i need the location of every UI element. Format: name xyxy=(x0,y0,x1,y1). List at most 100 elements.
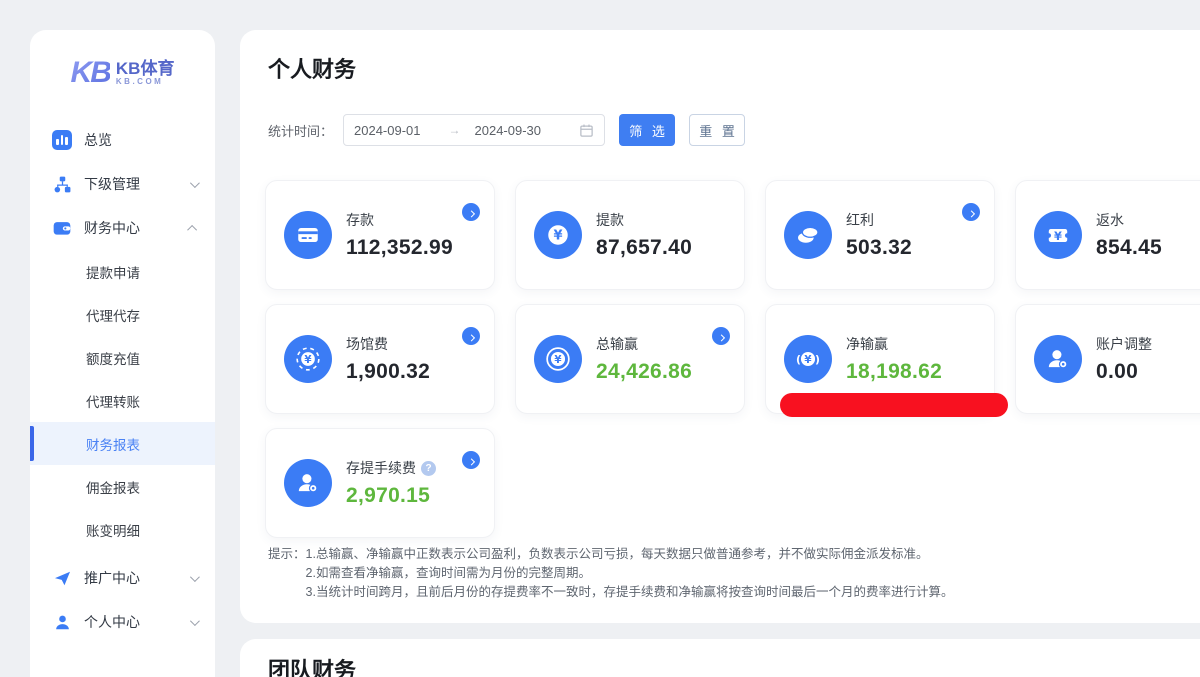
chevron-down-icon xyxy=(190,572,200,582)
help-icon[interactable]: ? xyxy=(421,461,436,476)
end-date-value[interactable]: 2024-09-30 xyxy=(475,123,542,138)
sidebar-menu: 总览 下级管理 财务中心 提款申请 代理代存 额度充值 xyxy=(30,118,215,644)
card-detail-arrow-icon[interactable] xyxy=(462,203,480,221)
sidebar-item-financial-report[interactable]: 财务报表 xyxy=(30,422,215,465)
card-value: 0.00 xyxy=(1096,360,1152,384)
card-value: 503.32 xyxy=(846,236,912,260)
personal-finance-panel: 个人财务 统计时间： 2024-09-01 → 2024-09-30 筛 选 重… xyxy=(240,30,1200,623)
chevron-down-icon xyxy=(190,616,200,626)
sidebar-item-label: 总览 xyxy=(84,130,112,150)
sidebar-item-label: 财务中心 xyxy=(84,218,140,238)
bar-chart-icon xyxy=(52,130,72,150)
filter-row: 统计时间： 2024-09-01 → 2024-09-30 筛 选 重 置 xyxy=(268,114,1200,146)
stat-time-label: 统计时间： xyxy=(268,121,333,140)
card-label: 总输赢 xyxy=(596,334,638,354)
sidebar: KB KB体育 KB.COM 总览 下级管理 财务中心 xyxy=(30,30,215,677)
ticket-icon: ¥ xyxy=(1034,211,1082,259)
tip-line: 3.当统计时间跨月，且前后月份的存提费率不一致时，存提手续费和净输赢将按查询时间… xyxy=(306,583,954,602)
yen-brackets-icon: ¥() xyxy=(784,335,832,383)
svg-text:¥: ¥ xyxy=(553,229,562,244)
card-rebate: ¥ 返水 854.45 xyxy=(1015,180,1200,290)
chevron-up-icon xyxy=(187,224,197,234)
sidebar-item-subordinate-management[interactable]: 下级管理 xyxy=(30,162,215,206)
start-date-value[interactable]: 2024-09-01 xyxy=(354,123,421,138)
brand-logo[interactable]: KB KB体育 KB.COM xyxy=(30,30,215,108)
calendar-icon[interactable] xyxy=(579,123,594,138)
card-account-adjustment: 账户调整 0.00 xyxy=(1015,304,1200,414)
card-venue-fee: ¥ 场馆费 1,900.32 xyxy=(265,304,495,414)
sidebar-item-label: 个人中心 xyxy=(84,612,140,632)
stat-cards-grid: 存款 112,352.99 ¥ 提款 87,657.40 红利 503.32 xyxy=(265,180,1200,538)
tip-line: 2.如需查看净输赢，查询时间需为月份的完整周期。 xyxy=(306,564,954,583)
card-label: 场馆费 xyxy=(346,334,388,354)
sidebar-item-label: 额度充值 xyxy=(86,348,140,368)
card-total-win-loss: ¥ 总输赢 24,426.86 xyxy=(515,304,745,414)
team-finance-panel: 团队财务 xyxy=(240,639,1200,677)
user-gear-icon xyxy=(284,459,332,507)
chevron-down-icon xyxy=(190,178,200,188)
sidebar-item-label: 账变明细 xyxy=(86,520,140,540)
sidebar-item-quota-recharge[interactable]: 额度充值 xyxy=(30,336,215,379)
card-label: 净输赢 xyxy=(846,334,888,354)
active-indicator-bar xyxy=(30,426,34,461)
svg-text:): ) xyxy=(815,353,820,366)
reset-button[interactable]: 重 置 xyxy=(689,114,745,146)
card-value: 854.45 xyxy=(1096,236,1162,260)
card-label: 提款 xyxy=(596,210,624,230)
sidebar-item-label: 佣金报表 xyxy=(86,477,140,497)
tips-prefix: 提示： xyxy=(268,545,306,602)
kb-logo-icon: KB xyxy=(71,56,110,90)
finance-dashboard: { "brand": { "logo": "KB", "name": "KB体育… xyxy=(0,0,1200,677)
card-deposit: 存款 112,352.99 xyxy=(265,180,495,290)
tips-block: 提示： 1.总输赢、净输赢中正数表示公司盈利，负数表示公司亏损，每天数据只做普通… xyxy=(268,545,953,602)
tip-line: 1.总输赢、净输赢中正数表示公司盈利，负数表示公司亏损，每天数据只做普通参考，并… xyxy=(306,545,954,564)
team-title: 团队财务 xyxy=(240,639,1200,677)
card-label: 存款 xyxy=(346,210,374,230)
range-arrow: → xyxy=(449,123,461,137)
page-title: 个人财务 xyxy=(240,30,1200,84)
sidebar-item-label: 财务报表 xyxy=(86,434,140,454)
brand-name: KB体育 xyxy=(116,60,175,78)
brand-domain: KB.COM xyxy=(116,78,175,86)
card-label: 账户调整 xyxy=(1096,334,1152,354)
card-label: 返水 xyxy=(1096,210,1124,230)
card-bonus: 红利 503.32 xyxy=(765,180,995,290)
card-value: 18,198.62 xyxy=(846,360,942,384)
yen-ring-icon: ¥ xyxy=(534,335,582,383)
card-value: 112,352.99 xyxy=(346,236,453,260)
filter-button[interactable]: 筛 选 xyxy=(619,114,675,146)
sidebar-item-withdrawal-request[interactable]: 提款申请 xyxy=(30,250,215,293)
coins-icon xyxy=(784,211,832,259)
sidebar-item-finance-center[interactable]: 财务中心 xyxy=(30,206,215,250)
card-detail-arrow-icon[interactable] xyxy=(462,451,480,469)
sidebar-item-promotion-center[interactable]: 推广中心 xyxy=(30,556,215,600)
card-detail-arrow-icon[interactable] xyxy=(962,203,980,221)
sidebar-item-label: 代理转账 xyxy=(86,391,140,411)
sidebar-item-account-change-detail[interactable]: 账变明细 xyxy=(30,508,215,551)
card-detail-arrow-icon[interactable] xyxy=(462,327,480,345)
sidebar-item-label: 推广中心 xyxy=(84,568,140,588)
sidebar-item-overview[interactable]: 总览 xyxy=(30,118,215,162)
sidebar-item-label: 代理代存 xyxy=(86,305,140,325)
sidebar-item-commission-report[interactable]: 佣金报表 xyxy=(30,465,215,508)
card-value: 24,426.86 xyxy=(596,360,692,384)
sidebar-item-agent-transfer[interactable]: 代理转账 xyxy=(30,379,215,422)
user-gear-icon xyxy=(1034,335,1082,383)
card-value: 1,900.32 xyxy=(346,360,430,384)
venue-fee-icon: ¥ xyxy=(284,335,332,383)
svg-text:¥: ¥ xyxy=(804,354,812,366)
sidebar-item-label: 提款申请 xyxy=(86,262,140,282)
date-range-input[interactable]: 2024-09-01 → 2024-09-30 xyxy=(343,114,605,146)
svg-text:¥: ¥ xyxy=(554,354,562,366)
yen-disc-icon: ¥ xyxy=(534,211,582,259)
sidebar-item-agent-deposit[interactable]: 代理代存 xyxy=(30,293,215,336)
sidebar-item-label: 下级管理 xyxy=(84,174,140,194)
card-value: 87,657.40 xyxy=(596,236,692,260)
sidebar-item-personal-center[interactable]: 个人中心 xyxy=(30,600,215,644)
paper-plane-icon xyxy=(52,568,72,588)
svg-text:¥: ¥ xyxy=(1054,229,1062,243)
card-detail-arrow-icon[interactable] xyxy=(712,327,730,345)
credit-card-icon xyxy=(284,211,332,259)
card-label: 红利 xyxy=(846,210,874,230)
wallet-icon xyxy=(52,218,72,238)
